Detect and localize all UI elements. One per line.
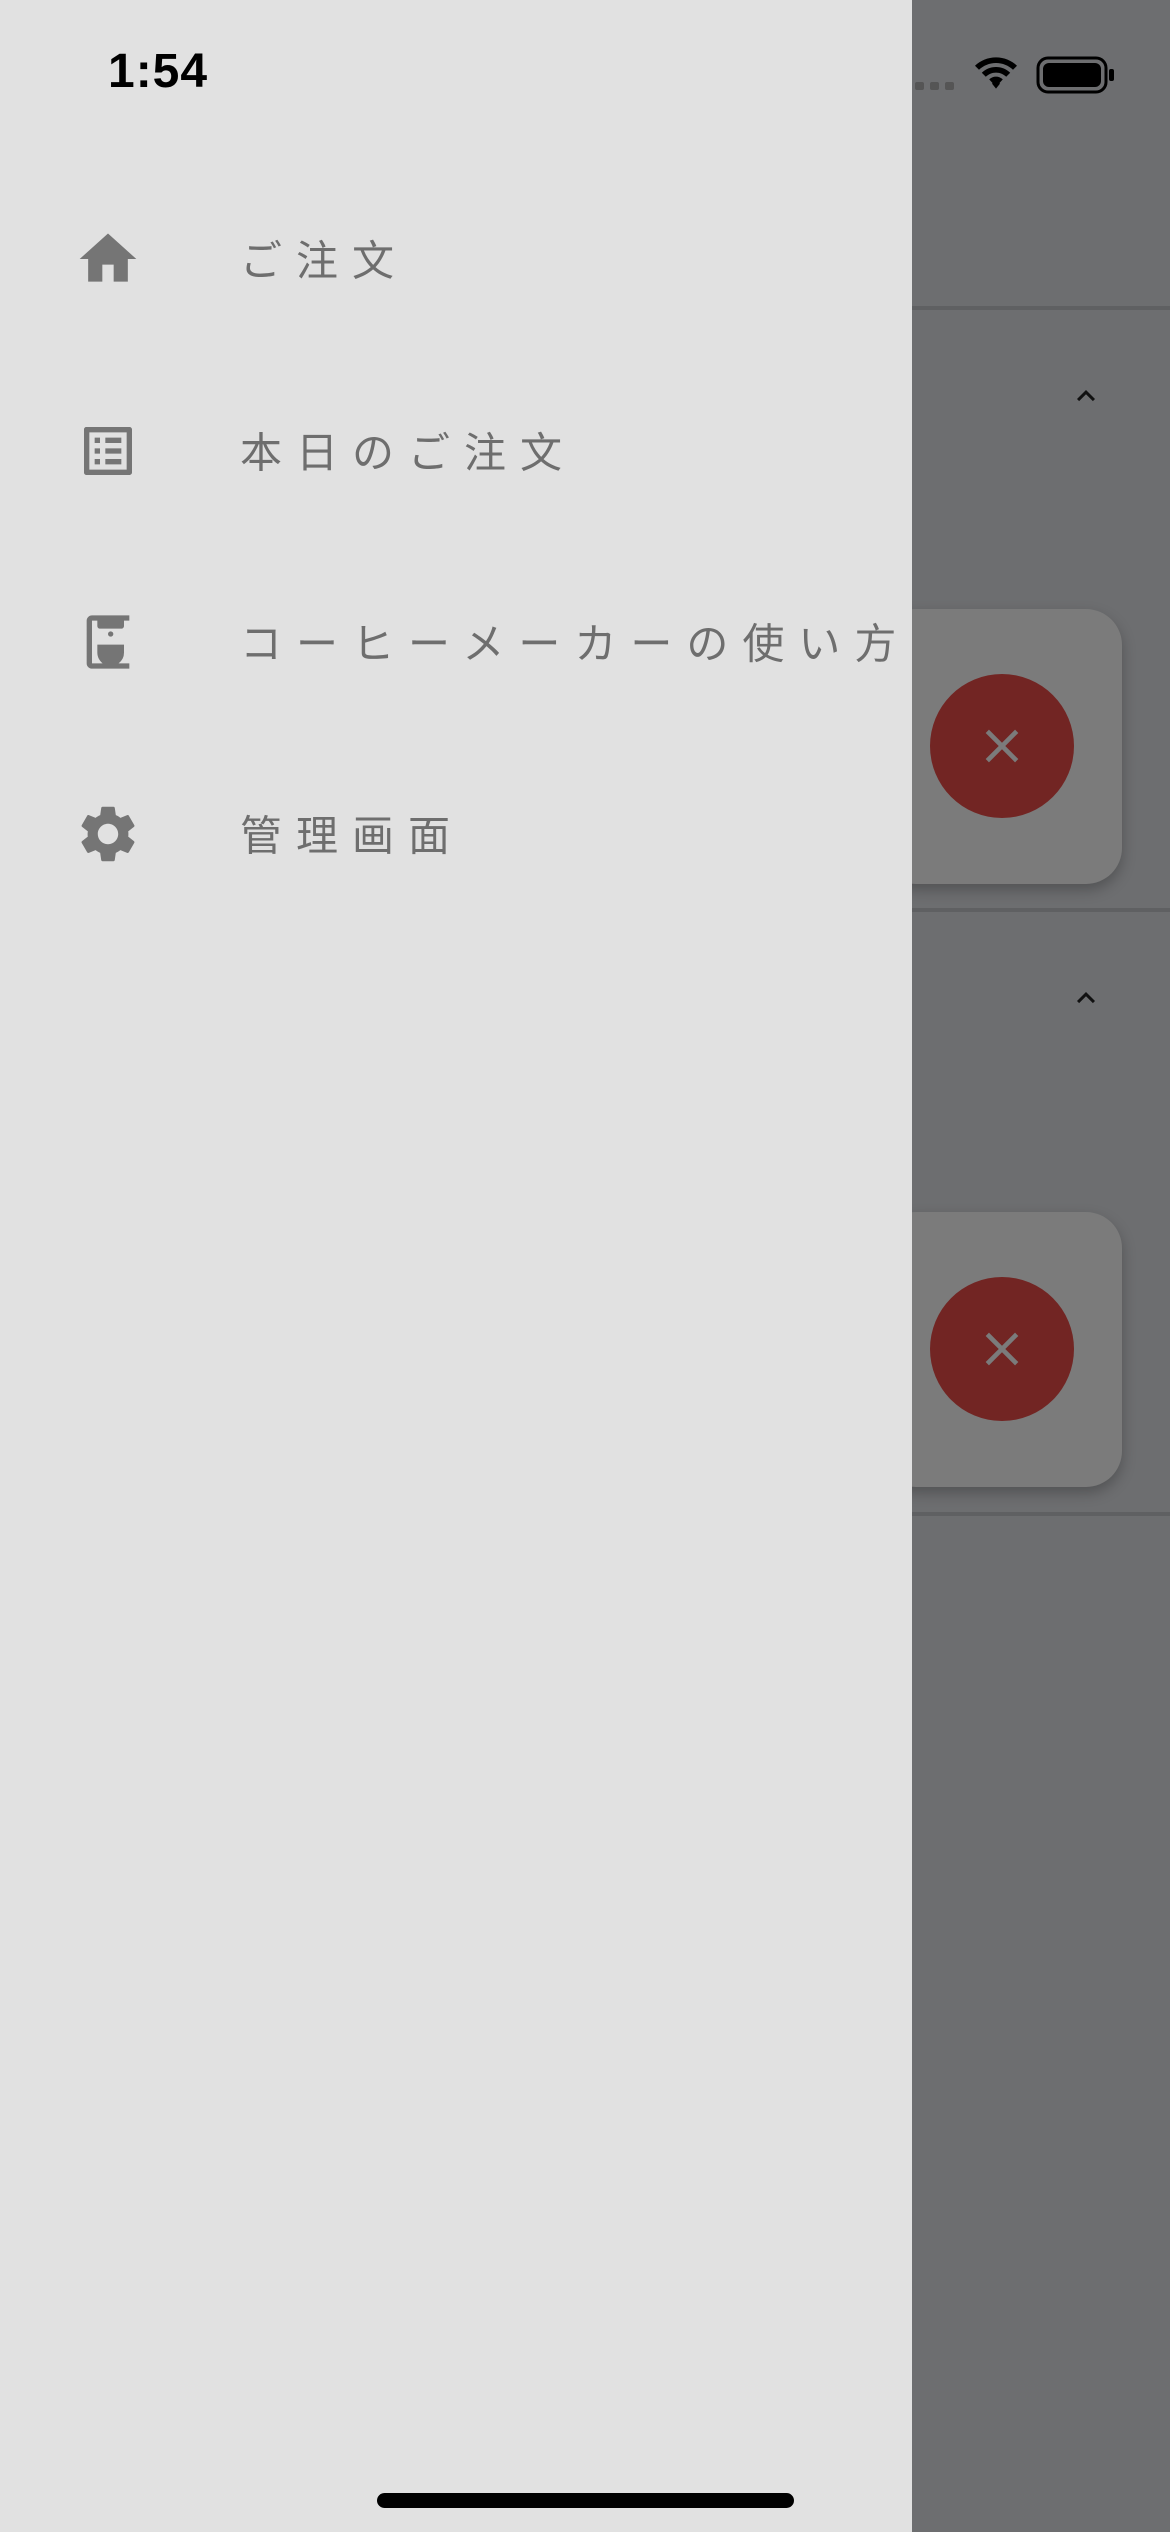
menu-item-order[interactable]: ご注文 [0,183,912,333]
background-divider [912,306,1170,310]
status-icons [900,52,1170,96]
home-icon [74,225,142,293]
coffee-maker-icon [74,608,142,676]
menu-item-label: ご注文 [240,236,409,286]
menu-item-todays-orders[interactable]: 本日のご注文 [0,375,912,525]
screen: 1:54 ご注文 本日のご注文 コーヒーメーカーの使い方 管理画面 [0,0,1170,2532]
cancel-button[interactable] [930,674,1074,818]
status-time: 1:54 [108,45,209,98]
menu-item-coffee-maker-guide[interactable]: コーヒーメーカーの使い方 [0,566,912,716]
background-divider [912,908,1170,912]
menu-item-label: コーヒーメーカーの使い方 [240,619,911,669]
battery-icon [1036,56,1114,94]
cancel-button[interactable] [930,1277,1074,1421]
list-icon [74,417,142,485]
menu-item-label: 管理画面 [240,811,465,861]
chevron-up-icon[interactable] [1068,980,1104,1016]
close-icon [985,729,1019,763]
wifi-icon [975,57,1017,89]
navigation-drawer: 1:54 ご注文 本日のご注文 コーヒーメーカーの使い方 管理画面 [0,0,912,2532]
menu-item-label: 本日のご注文 [240,428,577,478]
home-indicator[interactable] [377,2493,794,2508]
menu-item-admin[interactable]: 管理画面 [0,758,912,908]
close-icon [985,1332,1019,1366]
chevron-up-icon[interactable] [1068,378,1104,414]
background-divider [912,1512,1170,1516]
gear-icon [74,800,142,868]
